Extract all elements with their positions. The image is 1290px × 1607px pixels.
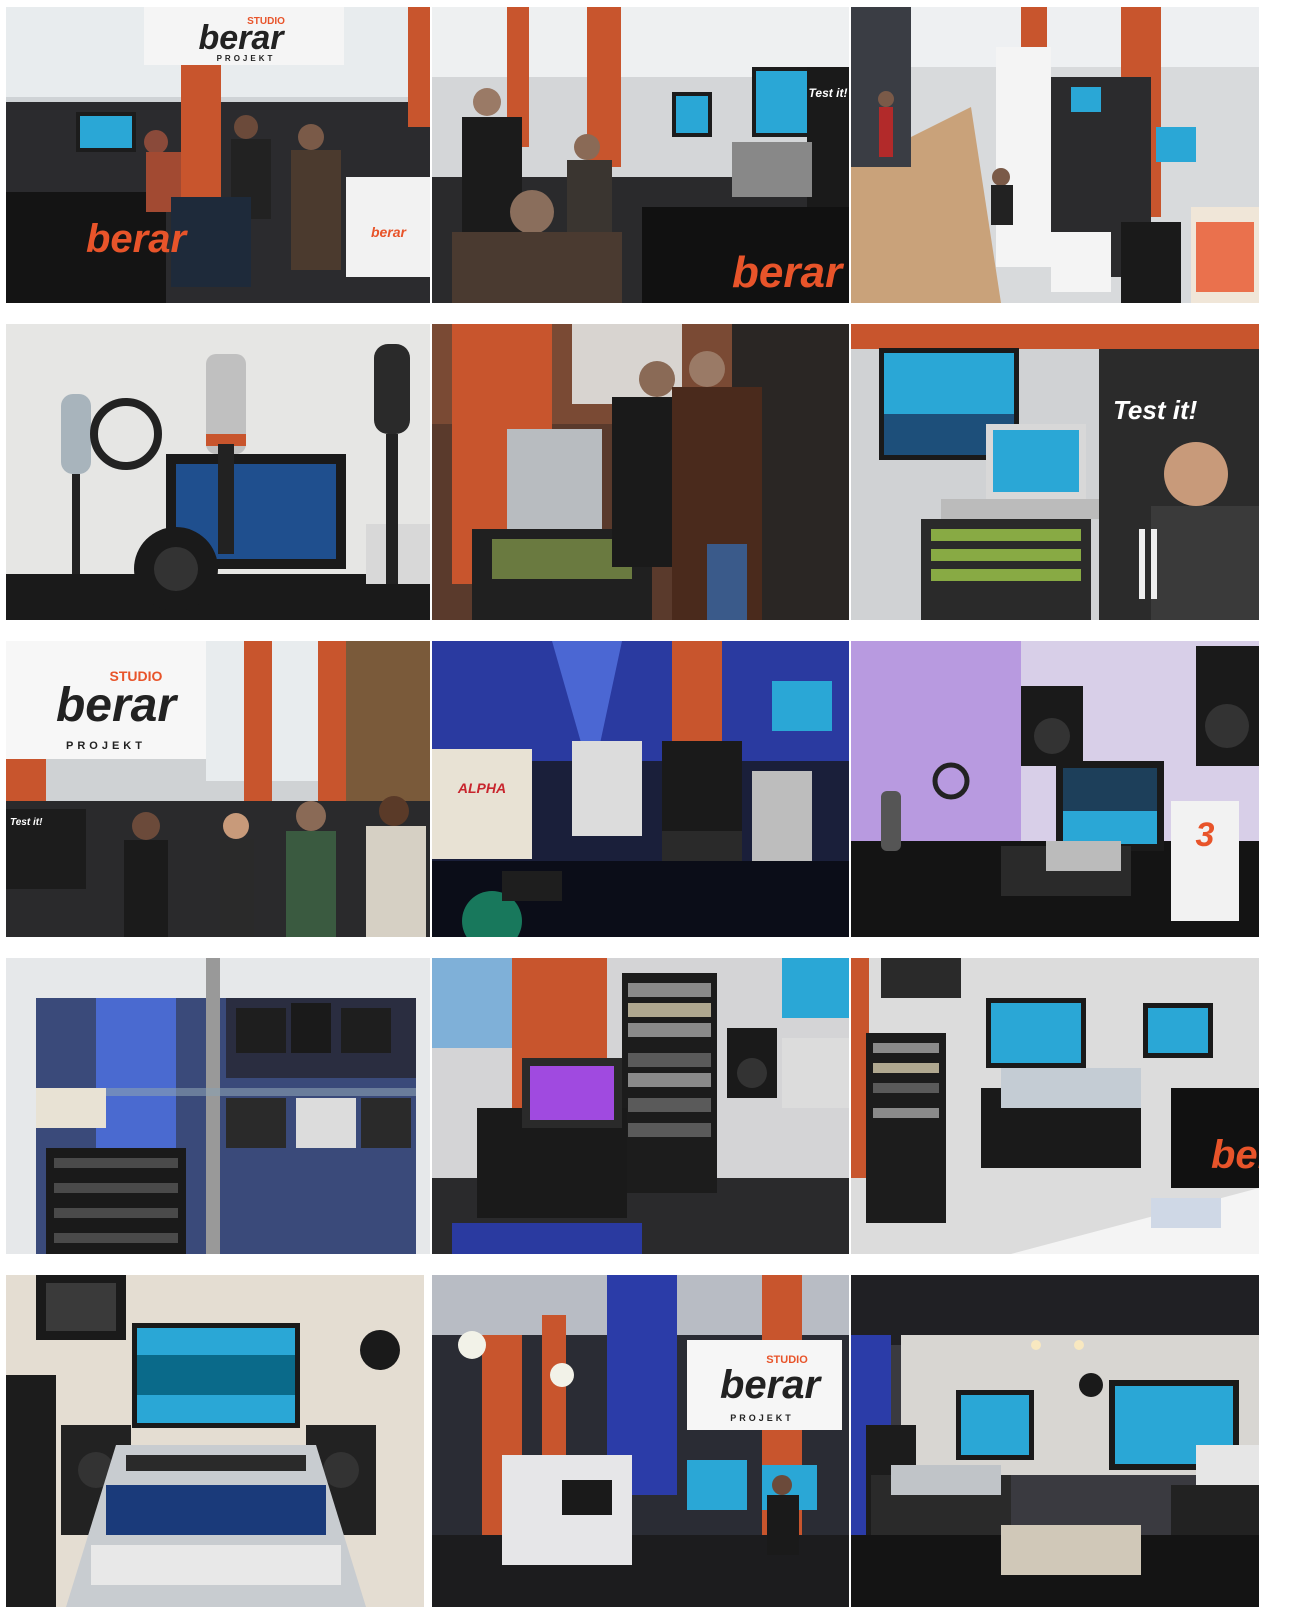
- sign-studio-text: STUDIO: [110, 668, 163, 684]
- photo-13-image: [6, 1275, 424, 1607]
- gallery-photo-1[interactable]: berar STUDIO PROJEKT berar berar: [6, 7, 430, 303]
- alpha-box-text: ALPHA: [457, 780, 506, 796]
- gallery-photo-11[interactable]: [432, 958, 849, 1254]
- banner-brand-text: berar: [86, 217, 188, 261]
- sign-projekt-text: PROJEKT: [66, 740, 146, 752]
- gallery-photo-4[interactable]: [6, 324, 430, 620]
- gallery-photo-7[interactable]: berar STUDIO PROJEKT Test it!: [6, 641, 430, 937]
- desk-brand-text: berar: [732, 248, 845, 297]
- photo-11-image: [432, 958, 849, 1254]
- photo-14-image: berar STUDIO PROJEKT: [432, 1275, 849, 1607]
- photo-10-image: [6, 958, 430, 1254]
- gallery-photo-6[interactable]: Test it!: [851, 324, 1259, 620]
- gallery-photo-12[interactable]: berar: [851, 958, 1259, 1254]
- small-test-it-text: Test it!: [10, 817, 43, 828]
- photo-4-image: [6, 324, 430, 620]
- gallery-photo-9[interactable]: 3: [851, 641, 1259, 937]
- photo-6-image: Test it!: [851, 324, 1259, 620]
- photo-gallery: berar STUDIO PROJEKT berar berar Test it…: [0, 0, 1290, 1607]
- sign-projekt-text: PROJEKT: [730, 1413, 794, 1423]
- photo-15-image: [851, 1275, 1259, 1607]
- sign-brand-text: berar: [56, 679, 178, 732]
- photo-2-image: Test it! berar: [432, 7, 849, 303]
- gallery-photo-5[interactable]: [432, 324, 849, 620]
- gallery-photo-15[interactable]: [851, 1275, 1259, 1607]
- gallery-photo-3[interactable]: [851, 7, 1259, 303]
- gallery-photo-14[interactable]: berar STUDIO PROJEKT: [432, 1275, 849, 1607]
- booth-brand-text: berar: [371, 224, 408, 240]
- poster-number-text: 3: [1196, 816, 1215, 854]
- gallery-photo-8[interactable]: ALPHA: [432, 641, 849, 937]
- photo-3-image: [851, 7, 1259, 303]
- sign-brand-text: berar: [720, 1363, 822, 1407]
- photo-7-image: berar STUDIO PROJEKT Test it!: [6, 641, 430, 937]
- banner-brand-text: berar: [1211, 1133, 1259, 1177]
- photo-5-image: [432, 324, 849, 620]
- poster-test-it-text: Test it!: [1113, 395, 1198, 425]
- gallery-photo-10[interactable]: [6, 958, 430, 1254]
- photo-1-image: berar STUDIO PROJEKT berar berar: [6, 7, 430, 303]
- gallery-photo-13[interactable]: [6, 1275, 424, 1607]
- sign-studio-text: STUDIO: [766, 1354, 808, 1366]
- test-it-text: Test it!: [809, 86, 848, 100]
- photo-8-image: ALPHA: [432, 641, 849, 937]
- sign-studio-text: STUDIO: [247, 16, 285, 27]
- photo-9-image: 3: [851, 641, 1259, 937]
- sign-projekt-text: PROJEKT: [217, 54, 276, 63]
- photo-12-image: berar: [851, 958, 1259, 1254]
- gallery-photo-2[interactable]: Test it! berar: [432, 7, 849, 303]
